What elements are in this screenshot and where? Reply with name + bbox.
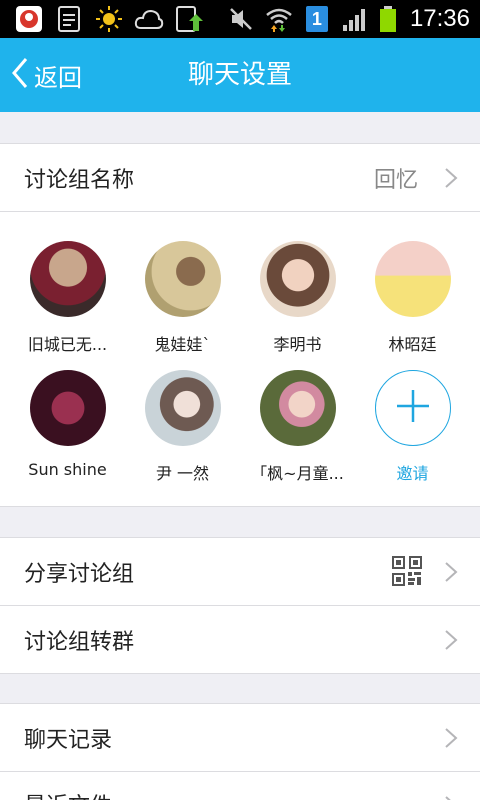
title-bar: 返回 聊天设置 [0,38,480,112]
chat-history-row[interactable]: 聊天记录 [0,704,480,772]
signal-icon [340,5,370,33]
mute-icon [226,5,256,33]
chevron-left-icon [10,56,30,94]
chat-history-label: 聊天记录 [24,728,113,753]
member-name: 林昭廷 [388,335,437,354]
share-group-label: 分享讨论组 [24,562,135,587]
convert-to-group-label: 讨论组转群 [24,630,135,655]
member-name: 旧城已无... [27,335,108,354]
add-member-button[interactable] [374,370,451,446]
group-name-value: 回忆 [373,168,418,193]
member-item[interactable]: 鬼娃娃` [125,241,240,355]
invite-button[interactable]: 邀请 [355,370,470,484]
share-group-row[interactable]: 分享讨论组 [0,538,480,606]
upload-icon [174,5,204,33]
recent-files-label: 最近文件 [24,788,112,800]
app-notification-icon [14,5,44,33]
battery-icon [378,5,398,33]
group-name-row[interactable]: 讨论组名称 回忆 [0,144,480,212]
avatar [144,370,221,446]
member-item[interactable]: 林昭廷 [355,241,470,355]
member-name: 尹 一然 [155,464,210,483]
member-item[interactable]: 「枫~月童... [240,370,355,484]
group-name-label: 讨论组名称 [24,168,135,193]
divider [0,673,480,674]
chevron-right-icon [444,629,458,655]
status-bar: 1 17:36 [0,0,480,38]
weather-cloud-icon [134,5,164,33]
member-item[interactable]: 旧城已无... [10,241,125,355]
member-name: Sun shine [28,460,107,479]
member-name: 鬼娃娃` [154,335,211,354]
member-grid: 旧城已无... 鬼娃娃` 李明书 林昭廷 Sun shine 尹 一然 「枫~月… [0,212,480,506]
divider [0,506,480,507]
weather-sun-icon [94,5,124,33]
avatar [374,241,451,317]
avatar [29,241,106,317]
chevron-right-icon [444,795,458,800]
recent-files-row[interactable]: 最近文件 [0,772,480,800]
member-name: 「枫~月童... [251,464,344,483]
notification-badge: 1 [305,6,328,32]
back-label: 返回 [34,63,82,92]
invite-label: 邀请 [396,464,429,483]
avatar [29,370,106,446]
member-item[interactable]: 尹 一然 [125,370,240,484]
wifi-icon [264,5,294,33]
member-item[interactable]: 李明书 [240,241,355,355]
member-name: 李明书 [273,335,322,354]
plus-icon [395,388,431,428]
convert-to-group-row[interactable]: 讨论组转群 [0,606,480,674]
qr-code-icon [392,556,422,590]
chevron-right-icon [444,727,458,753]
chevron-right-icon [444,561,458,587]
back-button[interactable]: 返回 [10,38,82,112]
avatar [259,370,336,446]
member-item[interactable]: Sun shine [10,370,125,479]
avatar [144,241,221,317]
chevron-right-icon [444,167,458,193]
sim-icon: 1 [302,5,332,33]
document-icon [54,5,84,33]
avatar [259,241,336,317]
status-time: 17:36 [409,5,470,32]
